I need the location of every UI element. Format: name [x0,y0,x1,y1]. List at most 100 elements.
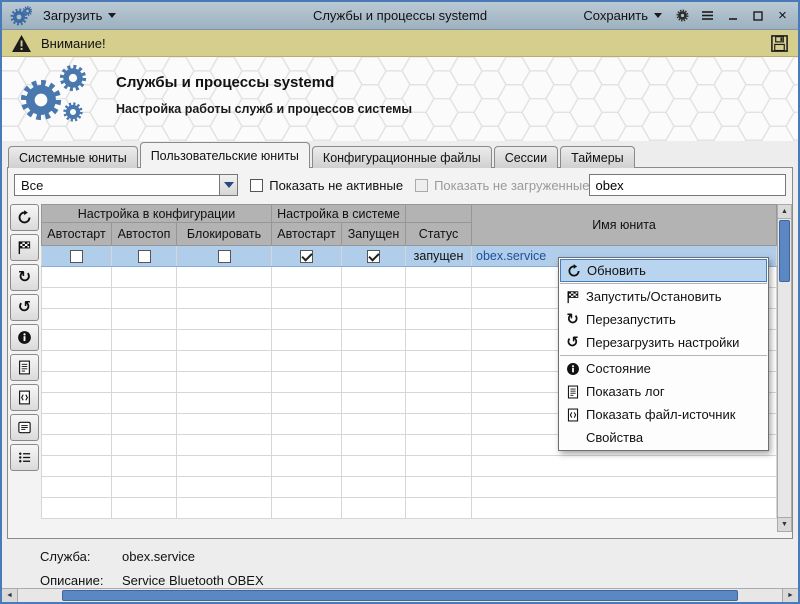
menu-separator [560,283,767,284]
menu-item-status[interactable]: Состояние [560,357,767,380]
column-header-unit-name: Имя юнита [472,205,777,246]
description-label: Описание: [40,573,122,588]
flag-icon [564,288,581,305]
warning-bar: Внимание! [2,30,798,57]
show-unloaded-label: Показать не загруженные [434,178,589,193]
tab-timers[interactable]: Таймеры [560,146,635,168]
column-header-conf-autostop: Автостоп [112,223,177,246]
reload-icon: ↺ [18,300,31,316]
blue-gears-icon [18,61,90,137]
conf-block-checkbox[interactable] [218,250,231,263]
list-icon [17,450,32,465]
menu-icon[interactable] [700,8,715,24]
chevron-down-icon [224,182,234,188]
save-button[interactable]: Сохранить [580,6,665,25]
column-header-block: Блокировать [177,223,272,246]
chevron-down-icon [108,13,116,18]
group-header-empty [406,205,472,223]
context-menu: Обновить Запустить/Остановить ↻ Перезапу… [558,257,769,451]
column-header-conf-autostart: Автостарт [42,223,112,246]
tab-config-files[interactable]: Конфигурационные файлы [312,146,492,168]
service-value: obex.service [122,549,195,564]
tab-user-units[interactable]: Пользовательские юниты [140,142,310,168]
show-inactive-checkbox-row[interactable]: Показать не активные [250,178,403,193]
menu-item-reload-config[interactable]: ↺ Перезагрузить настройки [560,331,767,354]
scope-select-value: Все [15,178,219,193]
show-unloaded-checkbox-row: Показать не загруженные [415,178,589,193]
menu-item-start-stop[interactable]: Запустить/Остановить [560,285,767,308]
search-input[interactable] [589,174,786,196]
vscroll-thumb[interactable] [779,220,790,282]
settings-gear-icon[interactable] [675,8,690,24]
column-header-status: Статус [406,223,472,246]
reload-config-button[interactable]: ↺ [10,294,39,321]
column-header-running: Запущен [342,223,406,246]
reload-icon: ↺ [564,334,581,351]
horizontal-scrollbar: ◄ ► [2,588,798,602]
app-gears-icon [10,5,32,27]
table-row-empty[interactable] [42,477,777,498]
hex-pattern [2,57,798,141]
restart-button[interactable]: ↻ [10,264,39,291]
units-list-button[interactable] [10,444,39,471]
conf-autostart-checkbox[interactable] [70,250,83,263]
info-icon [564,360,581,377]
sys-autostart-checkbox[interactable] [300,250,313,263]
close-icon[interactable]: × [775,8,790,24]
refresh-icon [565,262,582,279]
show-inactive-checkbox[interactable] [250,179,263,192]
hscroll-thumb[interactable] [62,590,738,601]
warning-triangle-icon [11,34,32,53]
source-icon [17,390,32,405]
table-row-empty[interactable] [42,498,777,519]
tab-system-units[interactable]: Системные юниты [8,146,138,168]
side-toolbar: ↻ ↺ [10,204,40,471]
maximize-icon[interactable] [750,8,765,24]
minimize-icon[interactable] [725,8,740,24]
status-cell: запущен [406,246,472,267]
filter-bar: Все Показать не активные Показать не заг… [8,168,792,202]
show-source-button[interactable] [10,384,39,411]
sys-running-checkbox[interactable] [367,250,380,263]
start-stop-button[interactable] [10,234,39,261]
menu-item-show-source[interactable]: Показать файл-источник [560,403,767,426]
page-subtitle: Настройка работы служб и процессов систе… [116,102,412,116]
vertical-scrollbar: ▲ ▼ [777,204,792,532]
log-icon [17,360,32,375]
load-button[interactable]: Загрузить [40,6,119,25]
refresh-button[interactable] [10,204,39,231]
restart-icon: ↻ [564,311,581,328]
scope-select[interactable]: Все [14,174,238,196]
menu-item-properties[interactable]: Свойства [560,426,767,449]
info-icon [17,330,32,345]
tab-sessions[interactable]: Сессии [494,146,558,168]
scroll-right-button[interactable]: ► [782,589,798,602]
show-log-button[interactable] [10,354,39,381]
menu-item-show-log[interactable]: Показать лог [560,380,767,403]
menu-item-refresh[interactable]: Обновить [560,259,767,282]
app-header: Службы и процессы systemd Настройка рабо… [2,57,798,141]
titlebar: Загрузить Службы и процессы systemd Сохр… [2,2,798,30]
status-info-button[interactable] [10,324,39,351]
menu-separator [560,355,767,356]
refresh-icon [17,210,32,225]
conf-autostop-checkbox[interactable] [138,250,151,263]
scroll-up-button[interactable]: ▲ [778,205,791,219]
tab-bar: Системные юниты Пользовательские юниты К… [2,141,798,168]
menu-item-restart[interactable]: ↻ Перезапустить [560,308,767,331]
select-dropdown-button[interactable] [219,175,237,195]
scroll-down-button[interactable]: ▼ [778,517,791,531]
log-icon [564,383,581,400]
restart-icon: ↻ [18,270,31,286]
scroll-left-button[interactable]: ◄ [2,589,18,602]
save-floppy-icon[interactable] [770,34,789,53]
properties-button[interactable] [10,414,39,441]
source-icon [564,406,581,423]
app-window: Загрузить Службы и процессы systemd Сохр… [0,0,800,604]
page-title: Службы и процессы systemd [116,74,334,91]
table-row-empty[interactable] [42,456,777,477]
chevron-down-icon [654,13,662,18]
show-inactive-label: Показать не активные [269,178,403,193]
column-header-sys-autostart: Автостарт [272,223,342,246]
warning-text: Внимание! [41,36,106,51]
